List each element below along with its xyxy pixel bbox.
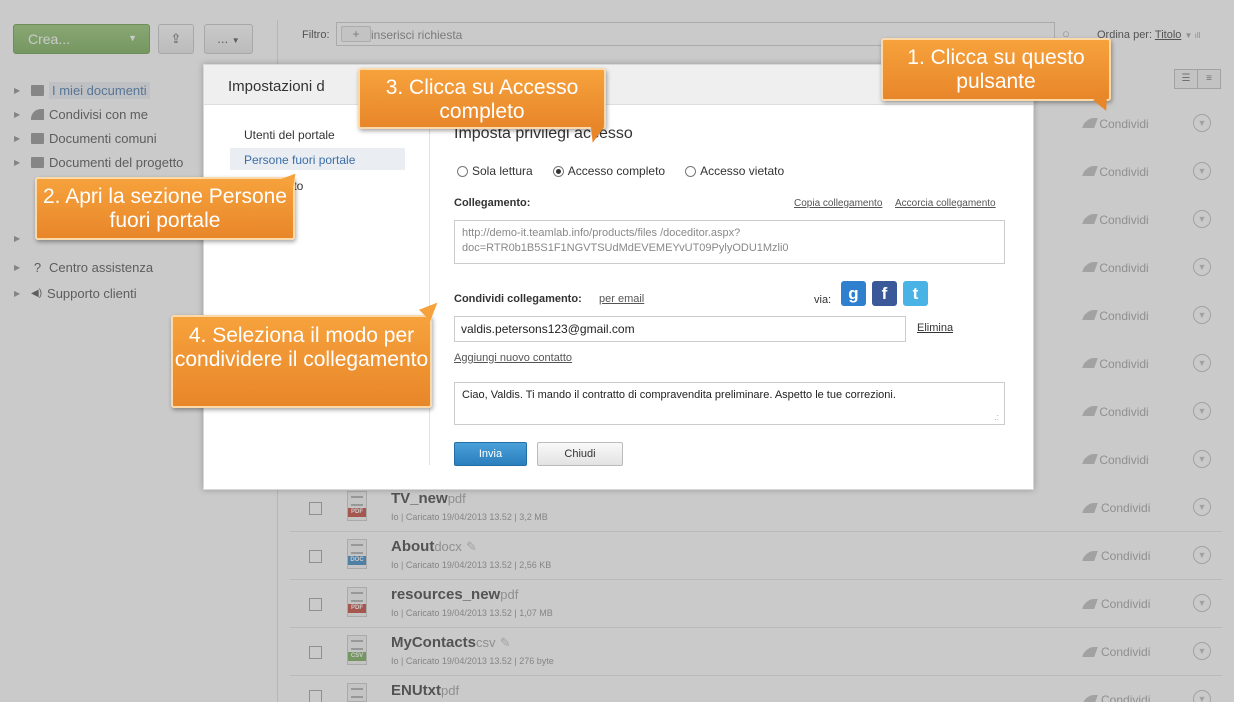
radio-read-only[interactable]: Sola lettura xyxy=(457,164,533,178)
tab-portal-users[interactable]: Utenti del portale xyxy=(244,128,335,142)
message-text: Ciao, Valdis. Ti mando il contratto di c… xyxy=(462,389,896,401)
callout-step-1: 1. Clicca su questo pulsante xyxy=(881,38,1111,101)
radio-denied[interactable]: Accesso vietato xyxy=(685,164,784,178)
radio-full-access[interactable]: Accesso completo xyxy=(552,164,666,178)
via-label: via: xyxy=(814,294,832,306)
callout-step-2: 2. Apri la sezione Persone fuori portale xyxy=(35,177,295,240)
share-link-label: Condividi collegamento: xyxy=(454,293,582,305)
per-email-link[interactable]: per email xyxy=(599,293,644,305)
shorten-link-button[interactable]: Accorcia collegamento xyxy=(895,198,996,209)
access-radio-group: Sola lettura Accesso completo Accesso vi… xyxy=(457,164,784,178)
link-field[interactable]: http://demo-it.teamlab.info/products/fil… xyxy=(454,220,1005,264)
twitter-icon[interactable]: t xyxy=(903,281,928,306)
radio-selected-icon[interactable] xyxy=(552,165,564,177)
add-contact-link[interactable]: Aggiungi nuovo contatto xyxy=(454,352,572,364)
share-settings-dialog: Impostazioni d Utenti del portale Person… xyxy=(203,64,1034,490)
radio-label: Accesso vietato xyxy=(700,164,785,178)
radio-label: Accesso completo xyxy=(567,164,666,178)
facebook-icon[interactable]: f xyxy=(872,281,897,306)
radio-icon[interactable] xyxy=(685,165,697,177)
message-textarea[interactable]: Ciao, Valdis. Ti mando il contratto di c… xyxy=(454,382,1005,425)
dialog-title: Impostazioni d xyxy=(228,78,325,95)
google-icon[interactable]: g xyxy=(841,281,866,306)
radio-icon[interactable] xyxy=(457,165,468,177)
callout-step-4: 4. Seleziona il modo per condividere il … xyxy=(171,315,432,408)
copy-link-button[interactable]: Copia collegamento xyxy=(794,198,882,209)
dialog-divider xyxy=(429,120,430,465)
email-field[interactable]: valdis.petersons123@gmail.com xyxy=(454,316,906,342)
tab-external-people[interactable]: Persone fuori portale xyxy=(230,148,405,170)
radio-label: Sola lettura xyxy=(472,164,533,178)
callout-step-3: 3. Clicca su Accesso completo xyxy=(358,68,606,129)
delete-contact-button[interactable]: Elimina xyxy=(917,322,953,334)
close-button[interactable]: Chiudi xyxy=(537,442,623,466)
send-button[interactable]: Invia xyxy=(454,442,527,466)
link-label: Collegamento: xyxy=(454,197,531,209)
resize-handle-icon[interactable]: .: xyxy=(994,412,999,422)
